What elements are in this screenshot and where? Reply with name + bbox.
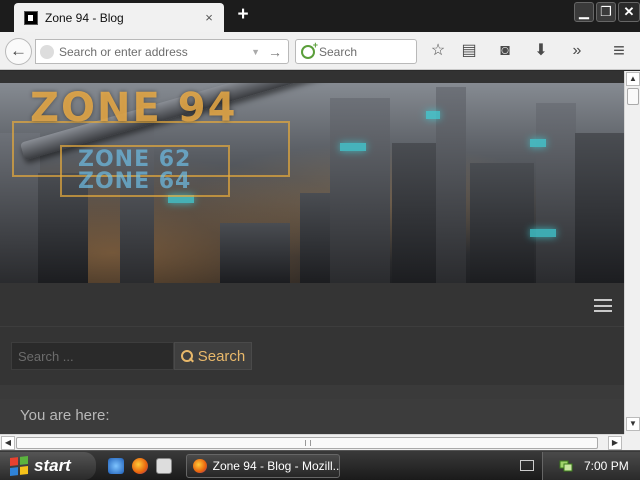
system-clock[interactable]: 7:00 PM bbox=[584, 459, 629, 473]
breadcrumb-band bbox=[0, 385, 624, 399]
internet-explorer-icon[interactable] bbox=[108, 458, 124, 474]
banner-building bbox=[220, 223, 290, 283]
identity-globe-icon[interactable] bbox=[40, 44, 54, 59]
firefox-icon bbox=[193, 459, 207, 473]
breadcrumb: You are here: bbox=[0, 399, 624, 434]
network-icon[interactable] bbox=[559, 458, 573, 472]
taskbar-window-label: Zone 94 - Blog - Mozill... bbox=[212, 459, 339, 473]
start-label: start bbox=[34, 456, 71, 475]
banner-building bbox=[470, 163, 534, 283]
tab-title: Zone 94 - Blog bbox=[45, 10, 124, 25]
site-logo-title[interactable]: ZONE 94 bbox=[30, 85, 237, 131]
banner-neon-light bbox=[340, 143, 366, 151]
site-content-area: Search You are here: bbox=[0, 283, 624, 434]
downloads-icon[interactable]: ⬇ bbox=[531, 41, 551, 61]
site-logo-subline: ZONE 64 bbox=[78, 169, 192, 194]
banner-building bbox=[392, 143, 436, 283]
search-input[interactable] bbox=[319, 44, 409, 59]
restore-button[interactable]: ❐ bbox=[596, 2, 616, 22]
banner-building bbox=[330, 98, 390, 283]
browser-titlebar: Zone 94 - Blog × + ▁ ❐ ✕ bbox=[0, 0, 640, 32]
overflow-chevron-icon[interactable]: » bbox=[567, 41, 587, 61]
tab-close-icon[interactable]: × bbox=[202, 10, 216, 25]
minimize-button[interactable]: ▁ bbox=[574, 2, 594, 22]
vertical-scrollbar[interactable]: ▲ ▼ bbox=[624, 71, 640, 434]
taskbar-firefox-window[interactable]: Zone 94 - Blog - Mozill... bbox=[186, 454, 340, 478]
page-viewport: ZONE 94 ZONE 62 ZONE 64 Search You are h… bbox=[0, 71, 624, 434]
address-input[interactable] bbox=[59, 44, 252, 59]
back-button[interactable]: ← bbox=[5, 38, 32, 65]
media-player-icon[interactable] bbox=[156, 458, 172, 474]
magnifier-icon bbox=[180, 349, 194, 363]
banner-neon-light bbox=[530, 229, 556, 237]
scroll-left-icon[interactable]: ◀ bbox=[1, 436, 15, 450]
scroll-up-icon[interactable]: ▲ bbox=[626, 72, 640, 86]
go-arrow-icon[interactable]: → bbox=[268, 44, 282, 60]
banner-building bbox=[536, 103, 576, 283]
history-dropdown-icon[interactable]: ▼ bbox=[251, 47, 260, 57]
windows-logo-icon bbox=[10, 456, 28, 476]
banner-neon-light bbox=[530, 139, 546, 147]
tab-zone94-blog[interactable]: Zone 94 - Blog × bbox=[14, 3, 224, 32]
site-search-button-label: Search bbox=[197, 347, 246, 365]
scrollbar-corner bbox=[624, 434, 640, 450]
start-button[interactable]: start bbox=[0, 452, 96, 480]
banner-building bbox=[436, 87, 466, 283]
hamburger-menu-icon[interactable]: ≡ bbox=[609, 41, 629, 61]
site-search-button[interactable]: Search bbox=[174, 342, 252, 370]
scroll-right-icon[interactable]: ▶ bbox=[608, 436, 622, 450]
bookmark-star-icon[interactable]: ☆ bbox=[428, 41, 448, 61]
header-banner-image[interactable]: ZONE 94 ZONE 62 ZONE 64 bbox=[0, 83, 624, 283]
scroll-grip-icon bbox=[305, 440, 311, 446]
header-divider bbox=[0, 326, 624, 327]
new-tab-icon[interactable]: + bbox=[232, 4, 254, 26]
horizontal-scrollbar[interactable]: ◀ ▶ bbox=[0, 434, 624, 450]
navigation-toolbar: ← ▼ → ☆ ▤ ◙ ⬇ » ≡ bbox=[0, 32, 640, 70]
horizontal-scroll-thumb[interactable] bbox=[16, 437, 598, 449]
pocket-icon[interactable]: ◙ bbox=[495, 41, 515, 61]
firefox-quicklaunch-icon[interactable] bbox=[132, 458, 148, 474]
close-window-button[interactable]: ✕ bbox=[618, 2, 640, 22]
address-bar[interactable]: ▼ → bbox=[35, 39, 289, 64]
windows-taskbar: start Zone 94 - Blog - Mozill... 7:00 PM bbox=[0, 450, 640, 480]
banner-neon-light bbox=[426, 111, 440, 119]
keyboard-language-icon[interactable] bbox=[520, 460, 534, 471]
reading-list-icon[interactable]: ▤ bbox=[459, 41, 479, 61]
vertical-scroll-thumb[interactable] bbox=[627, 88, 639, 105]
window-controls: ▁ ❐ ✕ bbox=[574, 2, 640, 22]
site-search-input[interactable] bbox=[11, 342, 174, 370]
search-engine-icon[interactable] bbox=[301, 40, 318, 59]
breadcrumb-label: You are here: bbox=[20, 407, 110, 424]
site-menu-toggle-icon[interactable] bbox=[594, 299, 612, 312]
site-favicon-icon bbox=[24, 10, 38, 25]
search-bar[interactable] bbox=[295, 39, 417, 64]
page-top-strip bbox=[0, 71, 624, 83]
banner-building bbox=[575, 133, 624, 283]
scroll-down-icon[interactable]: ▼ bbox=[626, 417, 640, 431]
